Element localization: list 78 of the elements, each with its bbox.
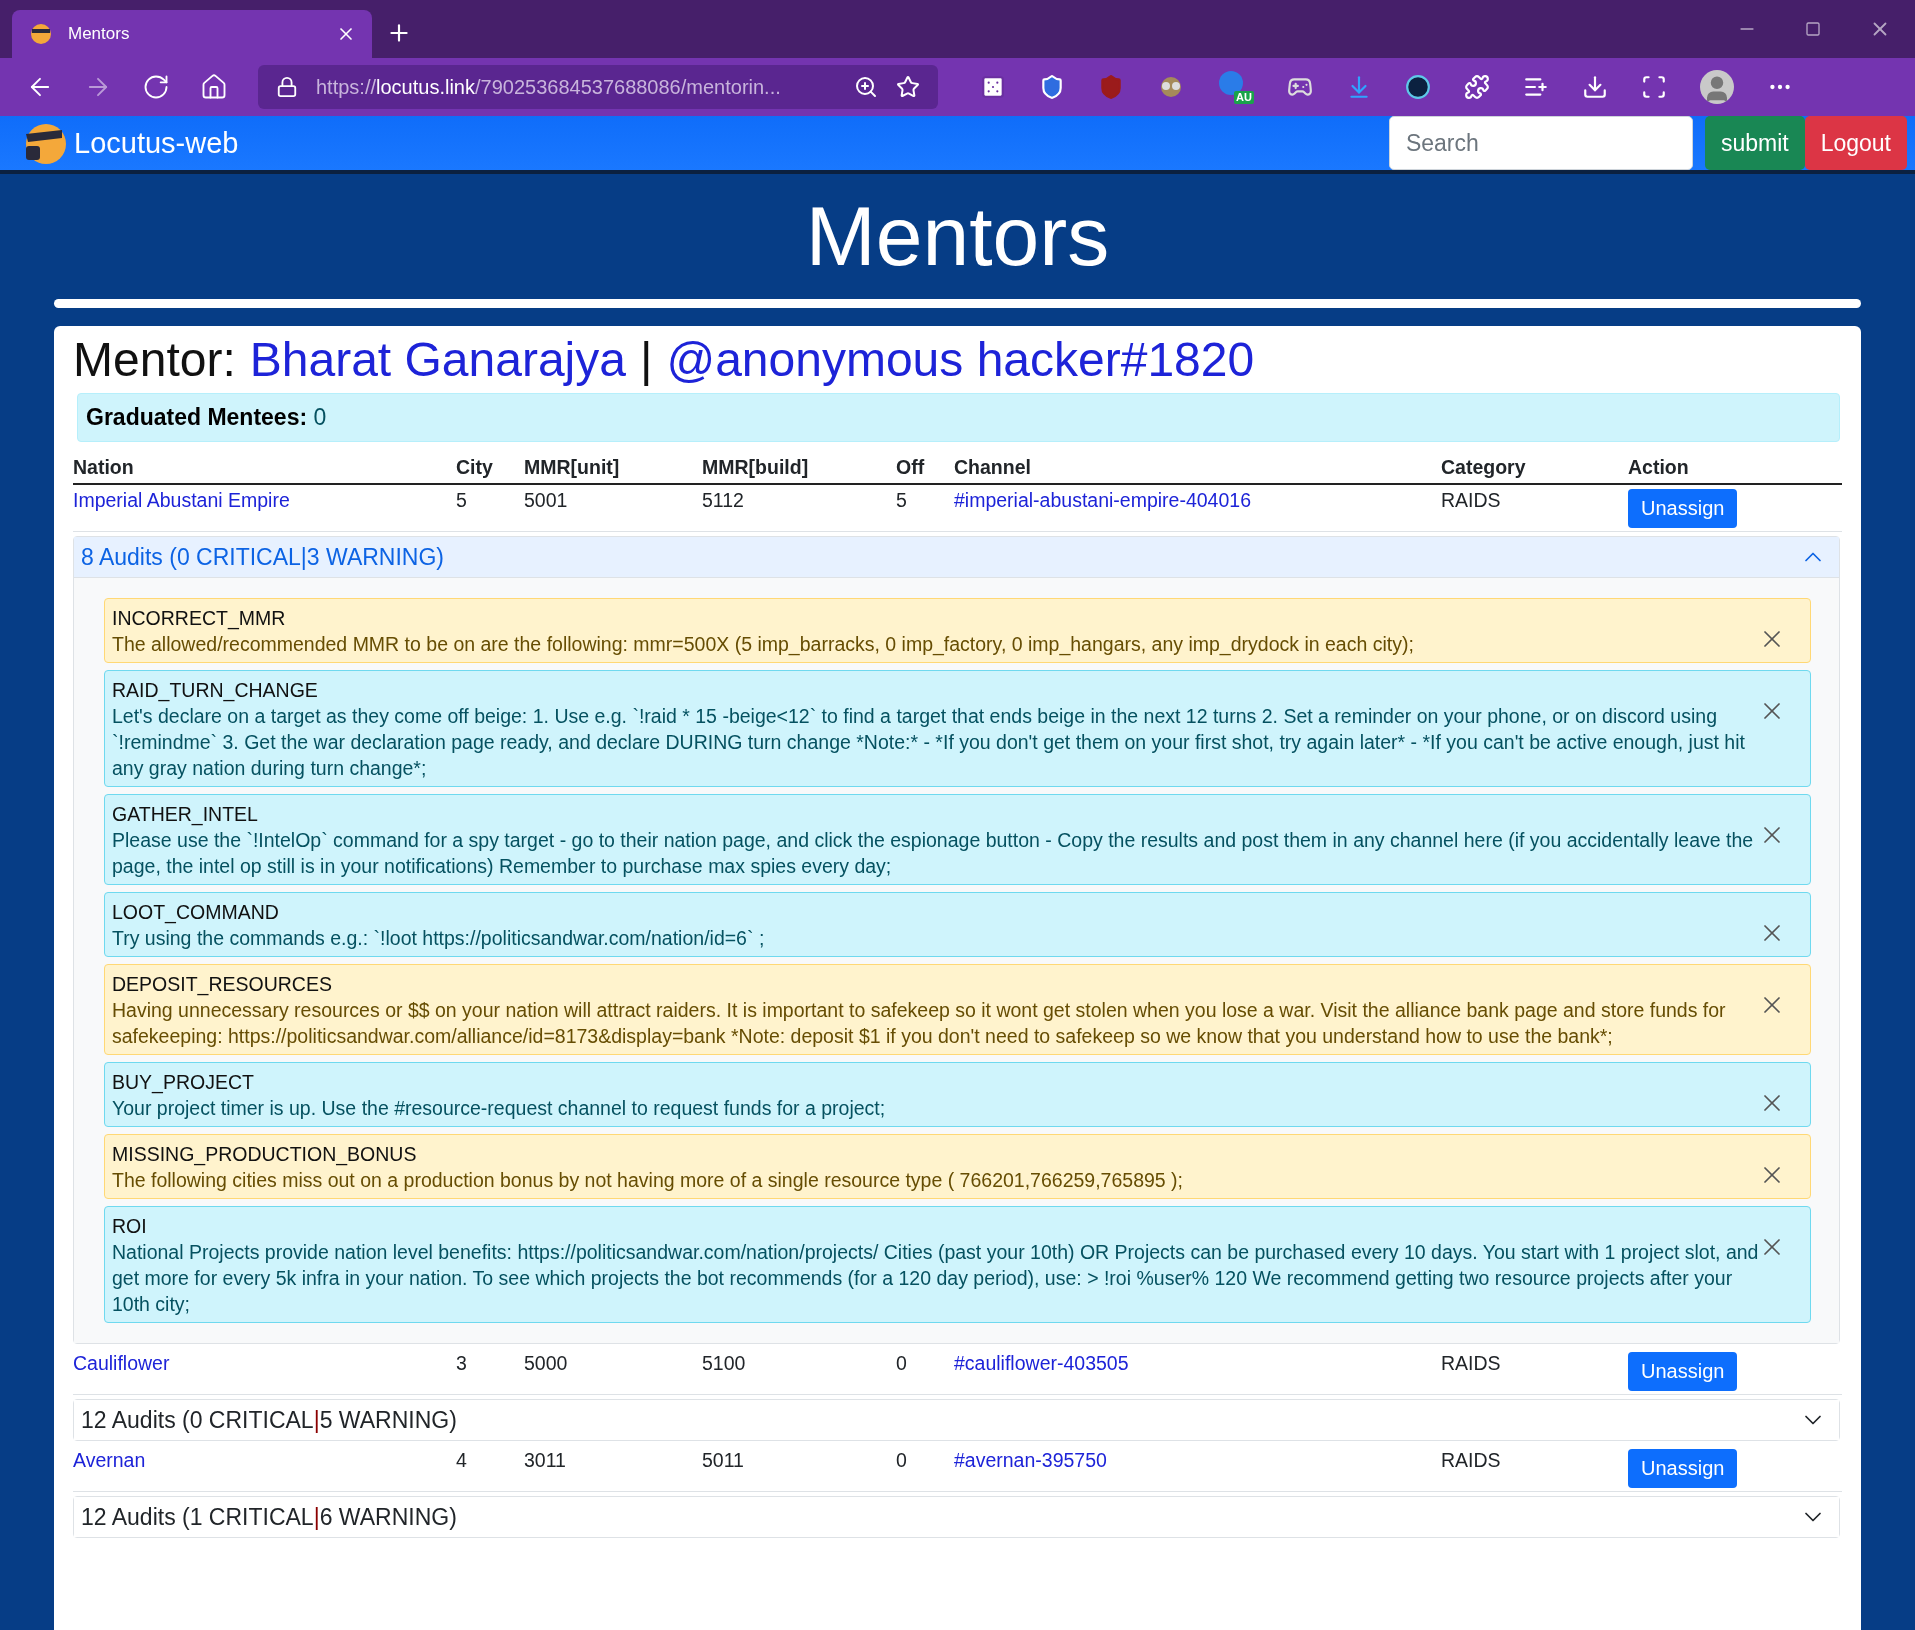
separator: | xyxy=(639,332,653,387)
table-cell-text: RAIDS xyxy=(1441,1352,1502,1375)
table-cell-text: 5112 xyxy=(702,489,745,512)
nation-link[interactable]: Avernan xyxy=(73,1449,456,1472)
table-cell-text: 5 xyxy=(456,489,468,512)
channel-link[interactable]: #imperial-abustani-empire-404016 xyxy=(954,489,1441,512)
table-cell-text: 0 xyxy=(896,1352,908,1375)
tab-favicon-icon xyxy=(30,23,52,45)
screenshot-icon[interactable] xyxy=(1641,74,1667,100)
submit-button[interactable]: submit xyxy=(1704,116,1805,170)
audit-message: Please use the `!IntelOp` command for a spy target - go to their nation page, and click the espionage button - Copy the results and post them in any channel here (if you accidentally leave the page, the intel op still is in your notifications) Remember to purchase max spies every day; xyxy=(112,828,1755,879)
table-cell-text: 5011 xyxy=(702,1449,745,1472)
unassign-button[interactable]: Unassign xyxy=(1628,489,1738,528)
address-bar[interactable]: https://locutus.link/790253684537688086/mentorin... xyxy=(258,65,938,109)
zoom-icon[interactable] xyxy=(854,75,878,99)
extensions-icon[interactable] xyxy=(1464,74,1490,100)
audit-message: Your project timer is up. Use the #resource-request channel to request funds for a project; xyxy=(112,1096,887,1121)
mentor-label: Mentor: xyxy=(73,332,236,387)
tab-title: Mentors xyxy=(68,24,131,44)
column-header: MMR[unit] xyxy=(524,456,621,479)
table-cell-text: 5001 xyxy=(524,489,569,512)
unassign-button[interactable]: Unassign xyxy=(1628,1352,1738,1391)
mentor-name-link[interactable]: Bharat Ganarajya xyxy=(249,332,626,387)
maximize-icon[interactable] xyxy=(1805,21,1821,37)
table-cell-text: RAIDS xyxy=(1441,1449,1502,1472)
logout-button[interactable]: Logout xyxy=(1804,116,1907,170)
column-header: Category xyxy=(1441,456,1527,479)
downloads-icon[interactable] xyxy=(1582,74,1608,100)
shield-icon[interactable] xyxy=(1039,74,1065,100)
unassign-button[interactable]: Unassign xyxy=(1628,1449,1738,1488)
audits-accordion-header[interactable]: 8 Audits (0 CRITICAL|3 WARNING) xyxy=(74,537,1839,578)
dice-icon[interactable] xyxy=(980,74,1006,100)
column-header: MMR[build] xyxy=(702,456,810,479)
audit-message: Try using the commands e.g.: `!loot https://politicsandwar.com/nation/id=6` ; xyxy=(112,926,766,951)
audit-message: The allowed/recommended MMR to be on are the following: mmr=500X (5 imp_barracks, 0 imp_factory, 0 imp_hangars, any imp_drydock in each city); xyxy=(112,632,1415,657)
column-header: Off xyxy=(896,456,926,479)
audit-code: RAID_TURN_CHANGE xyxy=(112,678,319,703)
column-header: Action xyxy=(1628,456,1690,479)
table-cell-text: 3011 xyxy=(524,1449,567,1472)
audit-code: MISSING_PRODUCTION_BONUS xyxy=(112,1142,418,1167)
nation-link[interactable]: Imperial Abustani Empire xyxy=(73,489,456,512)
mentor-handle-link[interactable]: @anonymous hacker#1820 xyxy=(666,332,1255,387)
table-cell-text: 5000 xyxy=(524,1352,569,1375)
audit-message: Having unnecessary resources or $$ on your nation will attract raiders. It is important to safekeep so it wont get stolen when you lose a war. Visit the alliance bank page and store funds for safekeeping: https://politicsandwar.com/alliance/id=8173&display=bank *Note: deposit $1 if you don't need to safekeep so we know that you understand how to use the bank*; xyxy=(112,998,1727,1049)
graduated-mentees-banner: Graduated Mentees: 0 xyxy=(77,393,1840,442)
home-icon[interactable] xyxy=(200,73,228,101)
brand-name: Locutus-web xyxy=(74,126,239,160)
nation-link[interactable]: Cauliflower xyxy=(73,1352,456,1375)
audits-accordion-header[interactable]: 12 Audits (1 CRITICAL|6 WARNING) xyxy=(74,1497,1839,1537)
page-title: Mentors xyxy=(804,188,1111,285)
table-cell-text: 5100 xyxy=(702,1352,747,1375)
channel-link[interactable]: #avernan-395750 xyxy=(954,1449,1441,1472)
brand-link[interactable]: Locutus-web xyxy=(22,120,1389,166)
column-header: Channel xyxy=(954,456,1032,479)
browser-tab[interactable]: Mentors xyxy=(12,10,372,58)
audit-code: DEPOSIT_RESOURCES xyxy=(112,972,333,997)
profile-avatar[interactable] xyxy=(1700,70,1734,104)
table-cell-text: RAIDS xyxy=(1441,489,1502,512)
audit-message: National Projects provide nation level benefits: https://politicsandwar.com/nation/projects/ Cities (past your 10th) OR Projects can be purchased every 10 days. You start with 1 project slot, and get more for every 5k infra in your nation. To see which projects the bot recommends (for a 120 day period), use: > !roi %user% 120 We recommend getting two resource projects after your 10th city; xyxy=(112,1240,1760,1317)
audit-code: ROI xyxy=(112,1214,148,1239)
star-icon[interactable] xyxy=(896,75,920,99)
audit-code: INCORRECT_MMR xyxy=(112,606,287,631)
table-cell-text: 3 xyxy=(456,1352,468,1375)
audit-code: BUY_PROJECT xyxy=(112,1070,255,1095)
audits-accordion-header[interactable]: 12 Audits (0 CRITICAL|5 WARNING) xyxy=(74,1400,1839,1440)
lock-icon xyxy=(276,76,298,98)
audit-code: GATHER_INTEL xyxy=(112,802,259,827)
audit-message: The following cities miss out on a production bonus by not having more of a single resource type ( 766201,766259,765895 ); xyxy=(112,1168,1184,1193)
channel-link[interactable]: #cauliflower-403505 xyxy=(954,1352,1441,1375)
audit-message: Let's declare on a target as they come off beige: 1. Use e.g. `!raid * 15 -beige<12` to find a target that ends beige in the next 12 turns 2. Set a reminder on your phone, or on discord using `!remindme` 3. Get the war declaration page ready, and declare DURING turn change *Note:* - *If you don't get them on your first shot, try again later* - *If you can't be active enough, just hit any gray nation during turn change*; xyxy=(112,704,1746,781)
table-cell-text: 4 xyxy=(456,1449,468,1472)
audit-code: LOOT_COMMAND xyxy=(112,900,280,925)
column-header: City xyxy=(456,456,494,479)
refresh-icon[interactable] xyxy=(142,73,170,101)
table-cell-text: 5 xyxy=(896,489,908,512)
search-field[interactable]: Search xyxy=(1388,116,1693,170)
column-header: Nation xyxy=(73,456,135,479)
table-cell-text: 0 xyxy=(896,1449,908,1472)
